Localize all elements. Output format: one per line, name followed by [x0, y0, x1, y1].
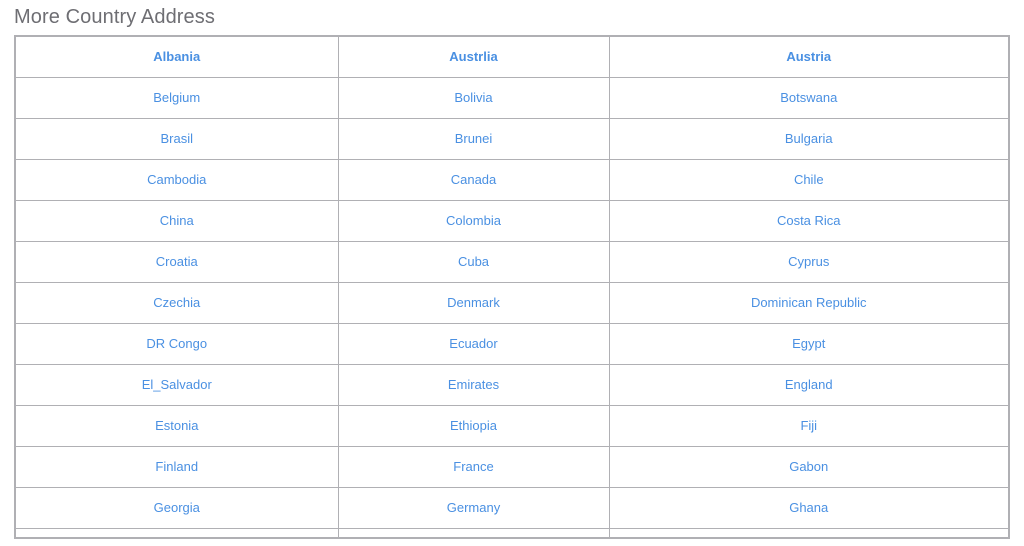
- table-cell: [608, 528, 1010, 539]
- table-cell: DR Congo: [14, 323, 339, 365]
- country-link[interactable]: Germany: [447, 500, 500, 516]
- country-link[interactable]: Egypt: [792, 336, 825, 352]
- country-link[interactable]: Croatia: [156, 254, 198, 270]
- table-row: Finland France Gabon: [14, 446, 1010, 488]
- table-cell: Botswana: [608, 77, 1010, 119]
- country-link[interactable]: Botswana: [780, 90, 837, 106]
- country-link[interactable]: Canada: [451, 172, 497, 188]
- country-link[interactable]: Fiji: [800, 418, 817, 434]
- table-cell: Ethiopia: [337, 405, 610, 447]
- country-link[interactable]: Gabon: [789, 459, 828, 475]
- table-cell: Fiji: [608, 405, 1010, 447]
- table-cell: Bolivia: [337, 77, 610, 119]
- table-row: Albania Austrlia Austria: [14, 35, 1010, 78]
- table-cell: [14, 528, 339, 539]
- table-cell: Cyprus: [608, 241, 1010, 283]
- country-link[interactable]: Bolivia: [454, 90, 492, 106]
- country-link[interactable]: Ecuador: [449, 336, 497, 352]
- table-cell: Canada: [337, 159, 610, 201]
- country-link[interactable]: Austrlia: [449, 49, 497, 65]
- table-cell: Belgium: [14, 77, 339, 119]
- page-root: More Country Address Albania Austrlia Aust…: [0, 0, 1024, 546]
- table-row: Cambodia Canada Chile: [14, 159, 1010, 201]
- page-title: More Country Address: [14, 6, 215, 28]
- country-link[interactable]: Denmark: [447, 295, 500, 311]
- table-cell: Denmark: [337, 282, 610, 324]
- table-cell: Dominican Republic: [608, 282, 1010, 324]
- country-link[interactable]: Chile: [794, 172, 824, 188]
- country-link[interactable]: El_Salvador: [142, 377, 212, 393]
- country-address-table: Albania Austrlia Austria Belgium Bolivia Bots…: [14, 35, 1010, 539]
- table-cell: Brunei: [337, 118, 610, 160]
- country-link[interactable]: Cuba: [458, 254, 489, 270]
- country-link[interactable]: Brunei: [455, 131, 493, 147]
- table-cell: El_Salvador: [14, 364, 339, 406]
- table-cell: Finland: [14, 446, 339, 488]
- table-cell: China: [14, 200, 339, 242]
- country-link[interactable]: Cyprus: [788, 254, 829, 270]
- table-cell: Brasil: [14, 118, 339, 160]
- table-cell: Austria: [608, 35, 1010, 78]
- table-cell: Ghana: [608, 487, 1010, 529]
- country-link[interactable]: Austria: [786, 49, 831, 65]
- country-table-body: Albania Austrlia Austria Belgium Bolivia Bots…: [14, 35, 1010, 539]
- country-link[interactable]: Costa Rica: [777, 213, 841, 229]
- country-table-container: Albania Austrlia Austria Belgium Bolivia Bots…: [14, 35, 1010, 539]
- country-link[interactable]: Finland: [155, 459, 198, 475]
- table-cell: Georgia: [14, 487, 339, 529]
- country-link[interactable]: Belgium: [153, 90, 200, 106]
- country-link[interactable]: Ethiopia: [450, 418, 497, 434]
- table-cell: Gabon: [608, 446, 1010, 488]
- country-link[interactable]: Bulgaria: [785, 131, 833, 147]
- country-link[interactable]: Czechia: [153, 295, 200, 311]
- table-cell: Estonia: [14, 405, 339, 447]
- table-cell: Emirates: [337, 364, 610, 406]
- table-cell: Ecuador: [337, 323, 610, 365]
- table-cell: England: [608, 364, 1010, 406]
- table-row: El_Salvador Emirates England: [14, 364, 1010, 406]
- table-cell: Colombia: [337, 200, 610, 242]
- country-link[interactable]: Georgia: [154, 500, 200, 516]
- table-row-partial: [14, 528, 1010, 539]
- country-link[interactable]: England: [785, 377, 833, 393]
- table-cell: Albania: [14, 35, 339, 78]
- table-row: Croatia Cuba Cyprus: [14, 241, 1010, 283]
- table-row: Brasil Brunei Bulgaria: [14, 118, 1010, 160]
- table-cell: Egypt: [608, 323, 1010, 365]
- table-cell: Cambodia: [14, 159, 339, 201]
- country-link[interactable]: Colombia: [446, 213, 501, 229]
- country-link[interactable]: Ghana: [789, 500, 828, 516]
- table-cell: Czechia: [14, 282, 339, 324]
- table-cell: Bulgaria: [608, 118, 1010, 160]
- table-cell: Chile: [608, 159, 1010, 201]
- table-row: Belgium Bolivia Botswana: [14, 77, 1010, 119]
- table-row: Czechia Denmark Dominican Republic: [14, 282, 1010, 324]
- country-link[interactable]: DR Congo: [146, 336, 207, 352]
- country-link[interactable]: Albania: [153, 49, 200, 65]
- country-link[interactable]: Cambodia: [147, 172, 206, 188]
- table-row: DR Congo Ecuador Egypt: [14, 323, 1010, 365]
- country-link[interactable]: Estonia: [155, 418, 198, 434]
- table-cell: Cuba: [337, 241, 610, 283]
- table-row: Georgia Germany Ghana: [14, 487, 1010, 529]
- country-link[interactable]: Brasil: [160, 131, 193, 147]
- table-cell: Croatia: [14, 241, 339, 283]
- table-row: China Colombia Costa Rica: [14, 200, 1010, 242]
- country-link[interactable]: France: [453, 459, 493, 475]
- country-link[interactable]: Dominican Republic: [751, 295, 867, 311]
- country-link[interactable]: Emirates: [448, 377, 499, 393]
- table-cell: Costa Rica: [608, 200, 1010, 242]
- table-cell: [337, 528, 610, 539]
- table-cell: Germany: [337, 487, 610, 529]
- table-cell: Austrlia: [337, 35, 610, 78]
- table-row: Estonia Ethiopia Fiji: [14, 405, 1010, 447]
- table-cell: France: [337, 446, 610, 488]
- country-link[interactable]: China: [160, 213, 194, 229]
